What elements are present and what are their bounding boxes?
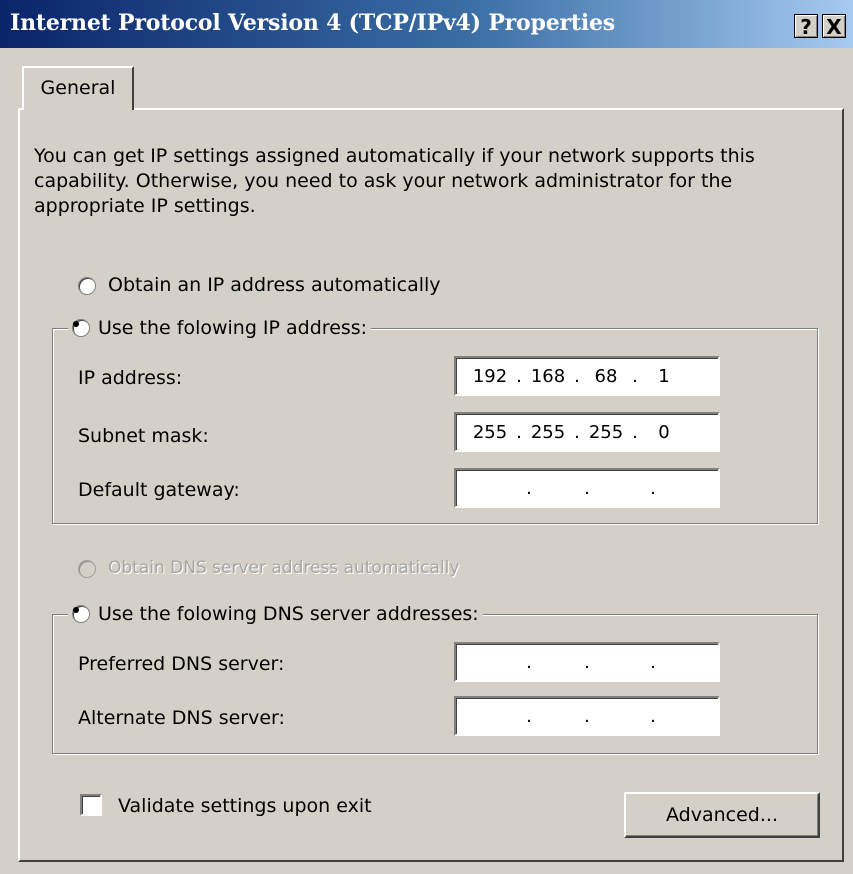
octet-separator: . bbox=[516, 422, 522, 443]
preferred-dns-label: Preferred DNS server: bbox=[78, 653, 285, 675]
close-icon: X bbox=[826, 15, 842, 39]
octet-separator: . bbox=[584, 706, 590, 727]
advanced-button[interactable]: Advanced... bbox=[624, 792, 820, 838]
obtain-dns-auto-radio[interactable] bbox=[78, 560, 96, 578]
ip-address-input[interactable]: 192 . 168 . 68 . 1 bbox=[454, 356, 720, 396]
subnet-mask-octet-4: 0 bbox=[658, 422, 670, 443]
ip-address-label: IP address: bbox=[78, 367, 183, 389]
subnet-mask-label: Subnet mask: bbox=[78, 425, 209, 447]
window-title: Internet Protocol Version 4 (TCP/IPv4) P… bbox=[10, 10, 615, 36]
description-text: You can get IP settings assigned automat… bbox=[34, 145, 755, 217]
help-button[interactable]: ? bbox=[794, 14, 818, 39]
default-gateway-label: Default gateway: bbox=[78, 479, 240, 501]
octet-separator: . bbox=[574, 366, 580, 387]
use-following-ip-radio[interactable] bbox=[72, 319, 90, 337]
validate-settings-label[interactable]: Validate settings upon exit bbox=[118, 794, 372, 818]
subnet-mask-octet-2: 255 bbox=[530, 422, 566, 443]
use-following-dns-legend[interactable]: Use the folowing DNS server addresses: bbox=[68, 602, 483, 626]
subnet-mask-octet-3: 255 bbox=[588, 422, 624, 443]
octet-separator: . bbox=[650, 478, 656, 499]
obtain-dns-auto-label[interactable]: Obtain DNS server address automatically bbox=[108, 556, 459, 580]
octet-separator: . bbox=[526, 652, 532, 673]
ipv4-properties-dialog: Internet Protocol Version 4 (TCP/IPv4) P… bbox=[0, 0, 853, 874]
octet-separator: . bbox=[632, 422, 638, 443]
subnet-mask-octet-1: 255 bbox=[472, 422, 508, 443]
octet-separator: . bbox=[526, 706, 532, 727]
help-icon: ? bbox=[800, 15, 812, 39]
close-button[interactable]: X bbox=[822, 14, 846, 39]
use-following-dns-label[interactable]: Use the folowing DNS server addresses: bbox=[98, 602, 479, 626]
octet-separator: . bbox=[584, 478, 590, 499]
subnet-mask-input[interactable]: 255 . 255 . 255 . 0 bbox=[454, 412, 720, 452]
ip-address-octet-3: 68 bbox=[594, 366, 618, 387]
alternate-dns-label: Alternate DNS server: bbox=[78, 707, 285, 729]
ip-address-octet-4: 1 bbox=[658, 366, 670, 387]
obtain-ip-auto-label[interactable]: Obtain an IP address automatically bbox=[108, 273, 441, 297]
preferred-dns-input[interactable]: . . . bbox=[454, 642, 720, 682]
octet-separator: . bbox=[516, 366, 522, 387]
octet-separator: . bbox=[632, 366, 638, 387]
octet-separator: . bbox=[650, 652, 656, 673]
tab-general[interactable]: General bbox=[22, 66, 134, 110]
default-gateway-input[interactable]: . . . bbox=[454, 468, 720, 508]
use-following-ip-legend[interactable]: Use the folowing IP address: bbox=[68, 316, 372, 340]
obtain-ip-auto-radio[interactable] bbox=[78, 277, 96, 295]
alternate-dns-input[interactable]: . . . bbox=[454, 696, 720, 736]
octet-separator: . bbox=[584, 652, 590, 673]
octet-separator: . bbox=[650, 706, 656, 727]
octet-separator: . bbox=[526, 478, 532, 499]
octet-separator: . bbox=[574, 422, 580, 443]
use-following-dns-radio[interactable] bbox=[72, 605, 90, 623]
title-bar[interactable]: Internet Protocol Version 4 (TCP/IPv4) P… bbox=[0, 0, 853, 48]
ip-address-octet-1: 192 bbox=[472, 366, 508, 387]
ip-address-octet-2: 168 bbox=[530, 366, 566, 387]
use-following-ip-label[interactable]: Use the folowing IP address: bbox=[98, 316, 367, 340]
validate-settings-checkbox[interactable] bbox=[80, 794, 102, 816]
